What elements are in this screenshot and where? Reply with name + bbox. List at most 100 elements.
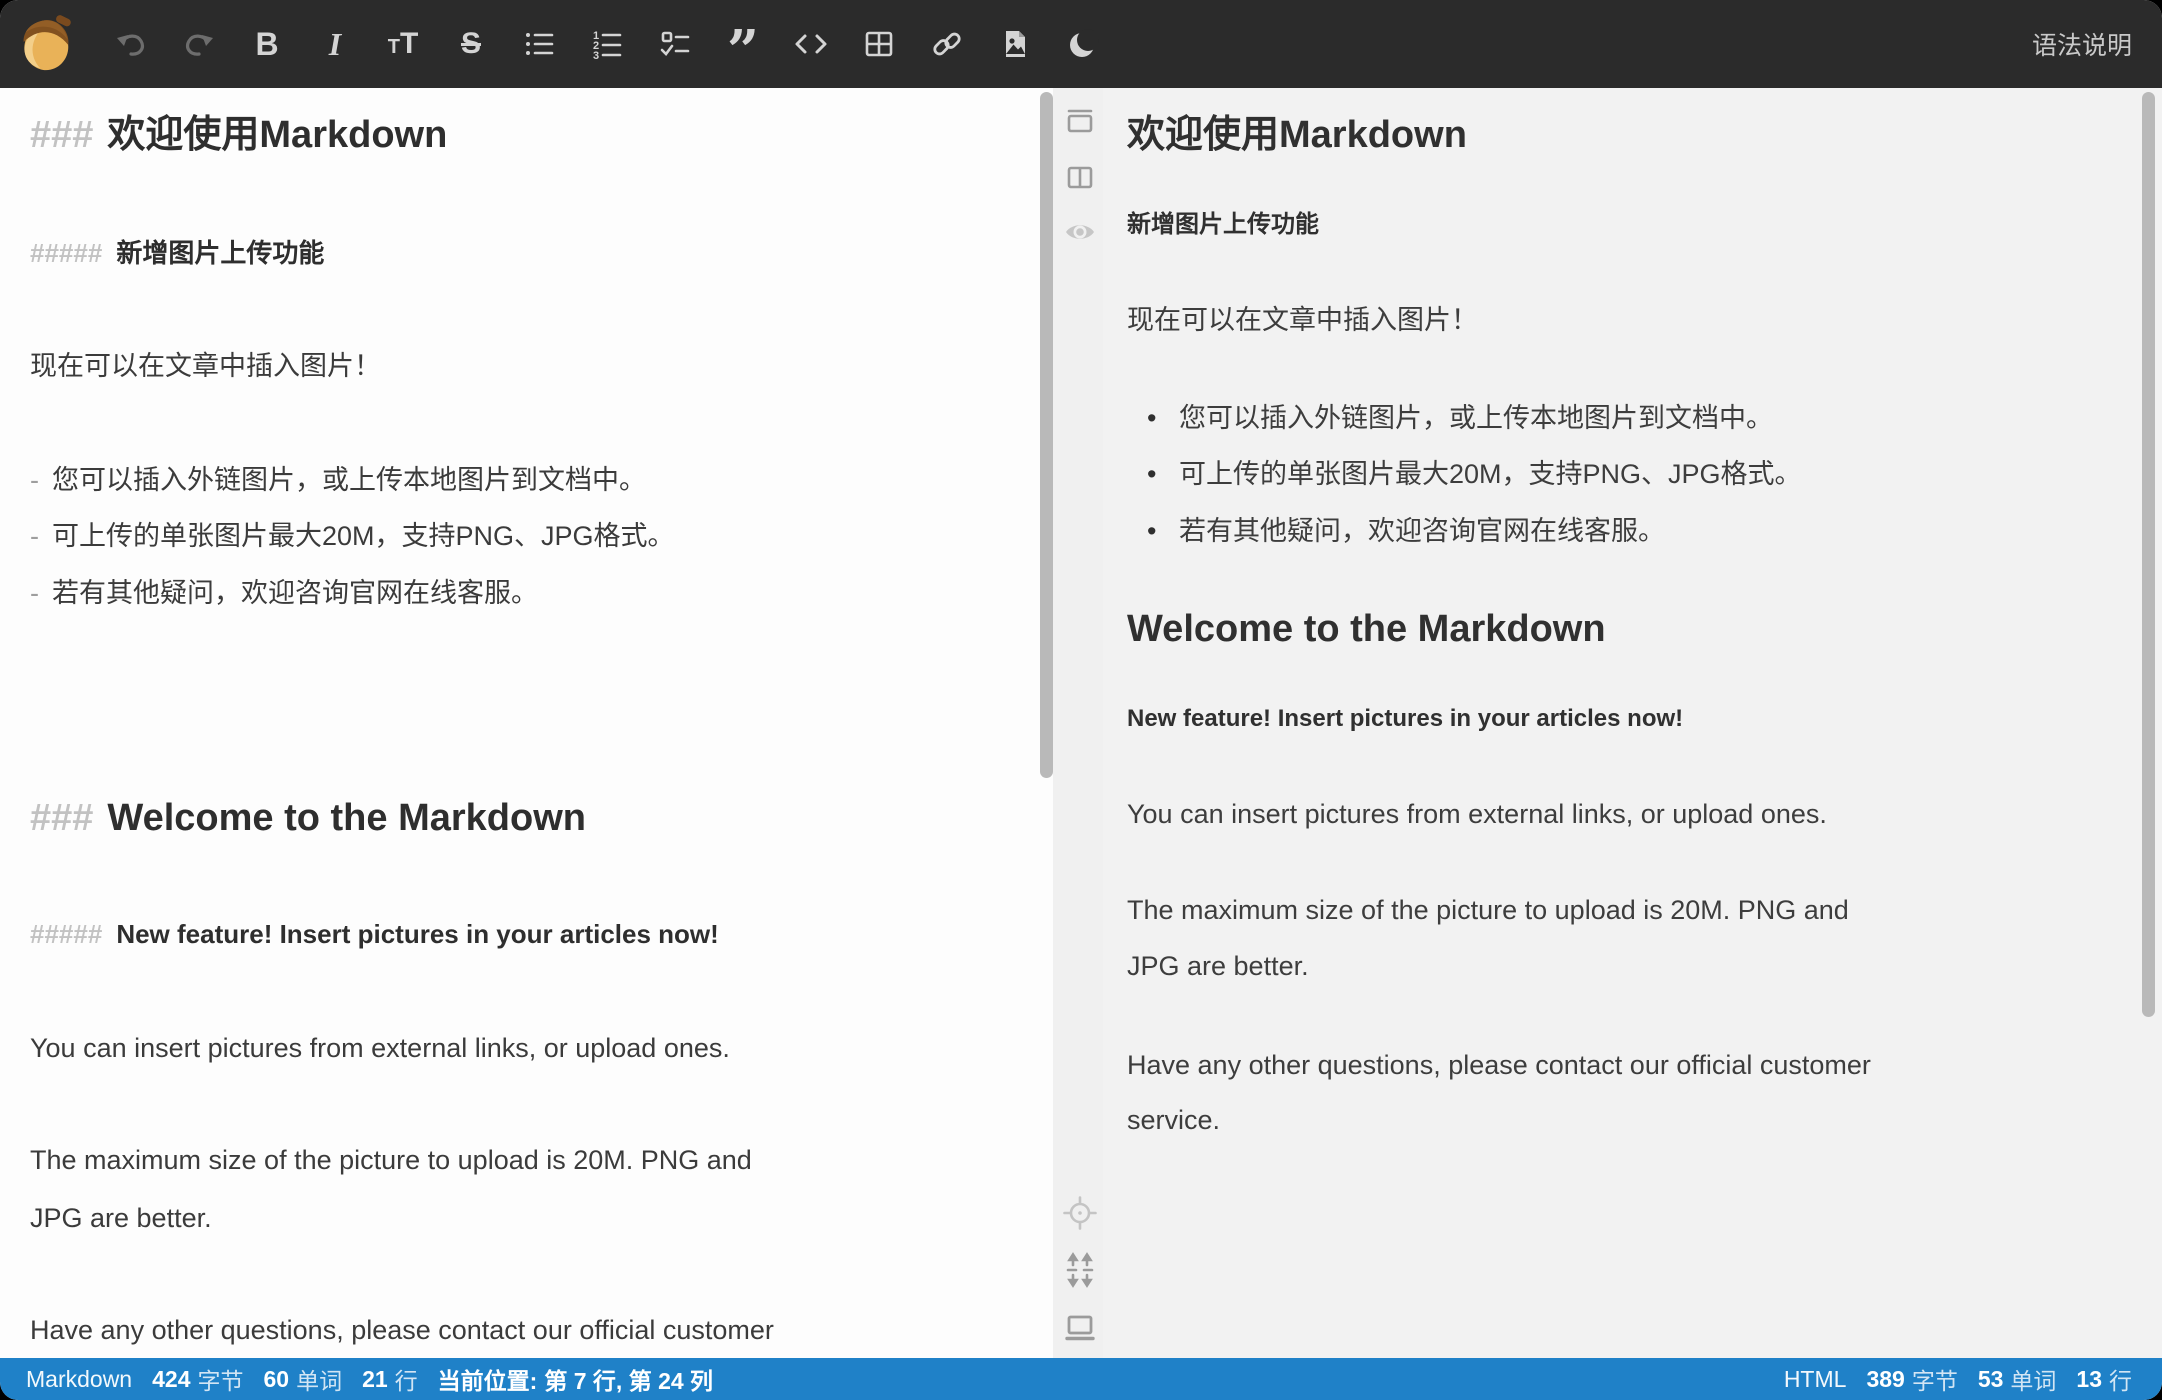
preview-scrollbar-thumb[interactable] [2142,92,2155,1017]
md-heading-marker: ##### [30,238,102,268]
bullet-marker: • [1147,390,1163,446]
status-right: HTML 389字节 53单词 13行 [1784,1362,2132,1396]
preview-heading: 新增图片上传功能 [1127,197,1319,253]
preview-toggle-button[interactable] [1061,213,1099,251]
quote-button[interactable]: ” [709,0,777,88]
word-count: 60单词 [263,1362,342,1396]
editor-line: ##### New feature! Insert pictures in you… [30,905,719,963]
unordered-list-icon [521,26,557,62]
code-icon [791,26,831,62]
md-list-marker: - [30,465,39,495]
link-icon [929,26,965,62]
split-layout-button[interactable] [1061,158,1099,196]
preview-heading: 欢迎使用Markdown [1127,99,1467,171]
syntax-help-link[interactable]: 语法说明 [2032,26,2132,62]
strikethrough-button[interactable]: S [437,0,505,88]
editor-text: 可上传的单张图片最大20M，支持PNG、JPG格式。 [52,521,675,551]
task-list-button[interactable] [641,0,709,88]
preview-paragraph: You can insert pictures from external li… [1127,786,1827,842]
bold-button[interactable]: B [233,0,301,88]
heading-icon: TT [388,27,419,61]
heading-button[interactable]: TT [369,0,437,88]
output-format-label: HTML [1784,1366,1847,1393]
table-icon [861,26,897,62]
byte-count: 389字节 [1866,1362,1957,1396]
pane-divider [1053,88,1103,1358]
monitor-icon [1062,1309,1098,1345]
editor-line: ##### 新增图片上传功能 [30,224,324,282]
preview-paragraph: service. [1127,1092,1220,1148]
preview-paragraph: JPG are better. [1127,938,1309,994]
editor-line: ### 欢迎使用Markdown [30,99,447,171]
dark-mode-button[interactable] [1049,0,1117,88]
source-format-label: Markdown [26,1366,132,1393]
app-window: B I TT S [0,0,2162,1400]
sync-scroll-button[interactable] [1061,1251,1099,1289]
quote-icon: ” [727,27,759,61]
editor-text: 欢迎使用Markdown [107,114,447,156]
status-left: Markdown 424字节 60单词 21行 当前位置:第 7 行, 第 24… [26,1362,713,1396]
table-button[interactable] [845,0,913,88]
md-heading-marker: ##### [30,919,102,949]
editor-text: Welcome to the Markdown [107,797,586,839]
editor-text: JPG are better. [30,1203,212,1233]
code-button[interactable] [777,0,845,88]
italic-button[interactable]: I [301,0,369,88]
unordered-list-button[interactable] [505,0,573,88]
editor-line: -您可以插入外链图片，或上传本地图片到文档中。 [30,451,646,509]
preview-text: 若有其他疑问，欢迎咨询官网在线客服。 [1179,516,1665,546]
crosshair-icon [1062,1195,1098,1231]
editor-scrollbar-thumb[interactable] [1040,92,1053,778]
editor-line: JPG are better. [30,1189,212,1247]
html-preview: 欢迎使用Markdown 新增图片上传功能 现在可以在文章中插入图片！ • 您可以… [1103,88,2162,1358]
preview-paragraph: The maximum size of the picture to uploa… [1127,882,1849,938]
preview-heading: New feature! Insert pictures in your art… [1127,691,1683,747]
editor-text: 新增图片上传功能 [116,238,324,268]
editor-text: You can insert pictures from external li… [30,1033,730,1063]
md-list-marker: - [30,521,39,551]
ordered-list-button[interactable]: 1 2 3 [573,0,641,88]
md-list-marker: - [30,578,39,608]
editor-text: New feature! Insert pictures in your art… [116,919,718,949]
line-count: 13行 [2076,1362,2132,1396]
redo-icon [181,26,217,62]
presentation-mode-button[interactable] [1061,1308,1099,1346]
editor-layout-icon [1063,104,1097,138]
editor-text: The maximum size of the picture to uploa… [30,1145,752,1175]
redo-button[interactable] [165,0,233,88]
task-list-icon [657,26,693,62]
preview-list-item: •可上传的单张图片最大20M，支持PNG、JPG格式。 [1147,446,1802,502]
sync-scroll-icon [1062,1252,1098,1288]
locate-cursor-button[interactable] [1061,1194,1099,1232]
split-view-icon [1063,160,1097,194]
bullet-marker: • [1147,503,1163,559]
svg-text:3: 3 [593,50,599,62]
strikethrough-icon: S [461,27,481,61]
undo-button[interactable] [97,0,165,88]
markdown-editor[interactable]: ### 欢迎使用Markdown ##### 新增图片上传功能 现在可以在文章中插入… [0,88,1053,1358]
word-count: 53单词 [1978,1362,2057,1396]
preview-list-item: • 您可以插入外链图片，或上传本地图片到文档中。 [1147,390,1773,446]
byte-count: 424字节 [152,1362,243,1396]
editor-text: Have any other questions, please contact… [30,1315,774,1345]
moon-icon [1065,26,1101,62]
preview-text: 您可以插入外链图片，或上传本地图片到文档中。 [1179,403,1773,433]
editor-line: ###Welcome to the Markdown [30,782,586,854]
image-icon [997,26,1033,62]
image-button[interactable] [981,0,1049,88]
editor-text: 您可以插入外链图片，或上传本地图片到文档中。 [52,465,646,495]
toolbar: B I TT S [0,0,2162,88]
bullet-marker: • [1147,446,1163,502]
editor-only-layout-button[interactable] [1061,102,1099,140]
md-heading-marker: ### [30,114,93,156]
acorn-app-logo[interactable] [15,13,77,75]
editor-line: The maximum size of the picture to uploa… [30,1131,752,1189]
editor-line: 现在可以在文章中插入图片！ [30,337,381,395]
line-count: 21行 [362,1362,418,1396]
toolbar-buttons: B I TT S [97,0,1117,88]
undo-icon [113,26,149,62]
editor-text: 现在可以在文章中插入图片！ [30,351,381,381]
link-button[interactable] [913,0,981,88]
preview-heading: Welcome to the Markdown [1127,593,1606,665]
preview-paragraph: 现在可以在文章中插入图片！ [1127,292,1478,348]
